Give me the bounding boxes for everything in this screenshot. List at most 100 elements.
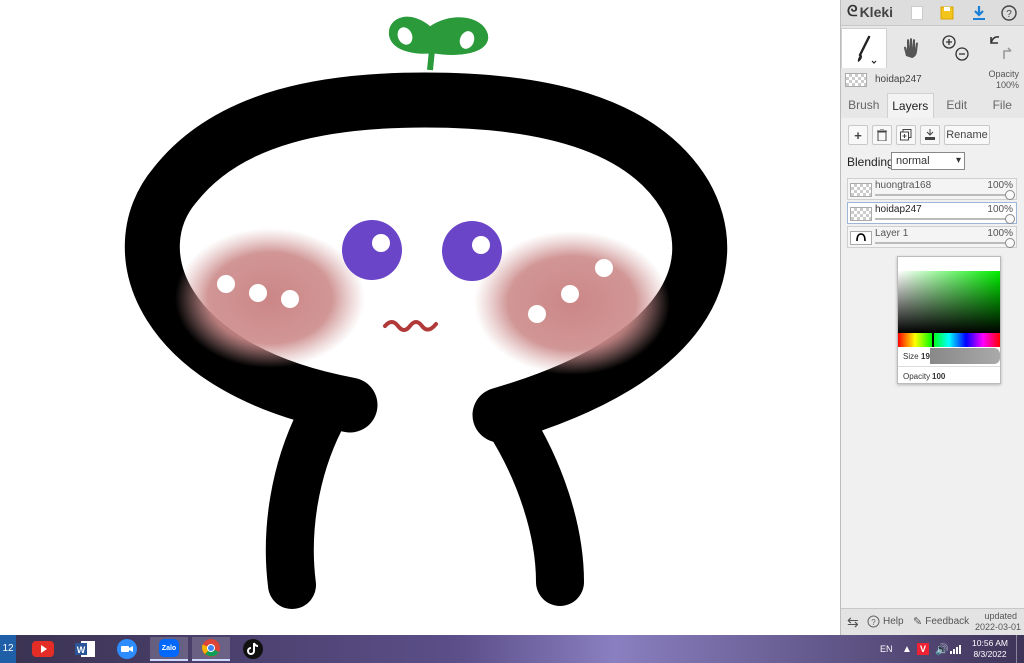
opacity-label: Opacity: [988, 69, 1019, 79]
tab-bar: Brush Layers Edit File: [841, 93, 1024, 118]
drawing-canvas[interactable]: [0, 0, 840, 635]
undo-redo-buttons[interactable]: [981, 28, 1021, 68]
brush-tool-button[interactable]: [841, 28, 887, 68]
drawing-artwork: [124, 16, 728, 609]
download-icon[interactable]: [969, 3, 989, 23]
kleki-logo-icon: ᘓ: [847, 3, 858, 20]
right-eye: [442, 221, 502, 281]
layer-name: huongtra168: [875, 180, 932, 191]
svg-text:?: ?: [871, 618, 876, 627]
left-eye: [342, 220, 402, 280]
layers-panel: + Rename Blending normal huongtra168 100…: [841, 118, 1024, 608]
help-button[interactable]: ? Help: [867, 615, 904, 628]
language-indicator[interactable]: EN: [880, 635, 893, 663]
size-label: Size: [903, 352, 919, 361]
merge-down-icon: [925, 129, 935, 140]
layer-item[interactable]: huongtra168 100%: [847, 178, 1017, 200]
tray-arrow-icon[interactable]: ▲: [902, 635, 912, 663]
antivirus-icon[interactable]: V: [917, 635, 929, 663]
side-panel: ᘓ Kleki ? hoidap247 Opacity 100% Brush L…: [840, 0, 1024, 635]
taskbar: 12 W Zalo EN ▲ V 🔊 10:56 AM 8/3/2022: [0, 635, 1024, 663]
updated-label: updated: [984, 611, 1017, 621]
hand-tool-icon: [904, 38, 918, 58]
bottom-bar: ⇆ ? Help ✎ Feedback updated 2022-03-01: [841, 608, 1024, 635]
top-bar: ᘓ Kleki ?: [841, 0, 1024, 26]
duplicate-layer-button[interactable]: [896, 125, 916, 145]
taskbar-number[interactable]: 12: [0, 635, 16, 663]
layer-thumbnail: [845, 73, 867, 87]
help-icon[interactable]: ?: [999, 3, 1019, 23]
brush-tool-icon: [857, 35, 877, 64]
left-leg: [265, 396, 344, 609]
layer-thumbnail: [850, 231, 872, 245]
layer-opacity-slider[interactable]: [875, 214, 1015, 224]
plus-icon: +: [854, 127, 862, 143]
feedback-button[interactable]: ✎ Feedback: [913, 615, 969, 628]
right-blush: [474, 231, 670, 375]
size-value: 19: [921, 352, 930, 361]
clock[interactable]: 10:56 AM 8/3/2022: [968, 638, 1012, 660]
chrome-icon[interactable]: [192, 637, 230, 661]
tiktok-icon[interactable]: [234, 637, 272, 661]
swap-icon[interactable]: ⇆: [847, 614, 859, 631]
right-leg: [484, 396, 584, 606]
layer-opacity-slider[interactable]: [875, 190, 1015, 200]
updated-date: 2022-03-01: [974, 622, 1021, 632]
merge-layer-button[interactable]: [920, 125, 940, 145]
layer-thumbnail: [850, 183, 872, 197]
brush-opacity-slider[interactable]: Opacity 100: [898, 366, 1000, 384]
tab-layers[interactable]: Layers: [886, 93, 934, 118]
layer-thumbnail: [850, 207, 872, 221]
undo-icon: [990, 36, 1000, 44]
blending-value: normal: [896, 155, 930, 167]
zoom-icon[interactable]: [108, 637, 146, 661]
color-picker[interactable]: Size 19 Opacity 100: [897, 256, 1001, 384]
tab-file[interactable]: File: [980, 93, 1024, 118]
hand-tool-button[interactable]: [893, 28, 929, 68]
word-icon[interactable]: W: [66, 637, 104, 661]
zoom-buttons[interactable]: [935, 28, 975, 68]
clock-time: 10:56 AM: [972, 638, 1008, 648]
svg-text:?: ?: [1006, 9, 1012, 20]
zalo-icon[interactable]: Zalo: [150, 637, 188, 661]
pencil-icon: ✎: [913, 616, 923, 628]
tab-edit[interactable]: Edit: [934, 93, 980, 118]
save-icon[interactable]: [937, 3, 957, 23]
network-icon[interactable]: [950, 635, 962, 663]
current-layer-info: hoidap247 Opacity 100%: [841, 68, 1024, 92]
svg-text:W: W: [77, 645, 86, 655]
hue-slider[interactable]: [898, 333, 1000, 347]
layer-opacity-slider[interactable]: [875, 238, 1015, 248]
rename-button[interactable]: Rename: [944, 125, 990, 145]
duplicate-icon: [900, 129, 912, 141]
mouth: [383, 320, 438, 332]
trash-icon: [877, 129, 887, 141]
opacity-value: 100%: [995, 80, 1019, 90]
layer-name: Layer 1: [875, 228, 909, 239]
blending-label: Blending: [847, 155, 894, 169]
add-layer-button[interactable]: +: [848, 125, 868, 145]
layer-item[interactable]: Layer 1 100%: [847, 226, 1017, 248]
feedback-label: Feedback: [925, 616, 970, 627]
redo-icon: [1003, 47, 1012, 59]
show-desktop-button[interactable]: [1016, 635, 1024, 663]
help-label: Help: [883, 616, 904, 627]
brush-size-slider[interactable]: Size 19: [898, 347, 1000, 365]
picker-opacity-label: Opacity: [903, 372, 931, 381]
saturation-value-field[interactable]: [898, 271, 1000, 333]
help-circle-icon: ?: [867, 615, 880, 628]
layer-name: hoidap247: [875, 204, 922, 215]
blending-select[interactable]: normal: [891, 152, 965, 170]
delete-layer-button[interactable]: [872, 125, 892, 145]
layer-item[interactable]: hoidap247 100%: [847, 202, 1017, 224]
current-layer-name: hoidap247: [875, 74, 922, 85]
kleki-logo[interactable]: ᘓ Kleki: [847, 3, 893, 20]
youtube-icon[interactable]: [24, 637, 62, 661]
volume-icon[interactable]: 🔊: [935, 635, 949, 663]
new-image-icon[interactable]: [907, 3, 927, 23]
clock-date: 8/3/2022: [973, 649, 1007, 659]
left-blush: [175, 228, 365, 368]
zalo-label: Zalo: [159, 639, 179, 657]
kleki-app: ᘓ Kleki ? hoidap247 Opacity 100% Brush L…: [0, 0, 1024, 663]
tab-brush[interactable]: Brush: [841, 93, 887, 118]
